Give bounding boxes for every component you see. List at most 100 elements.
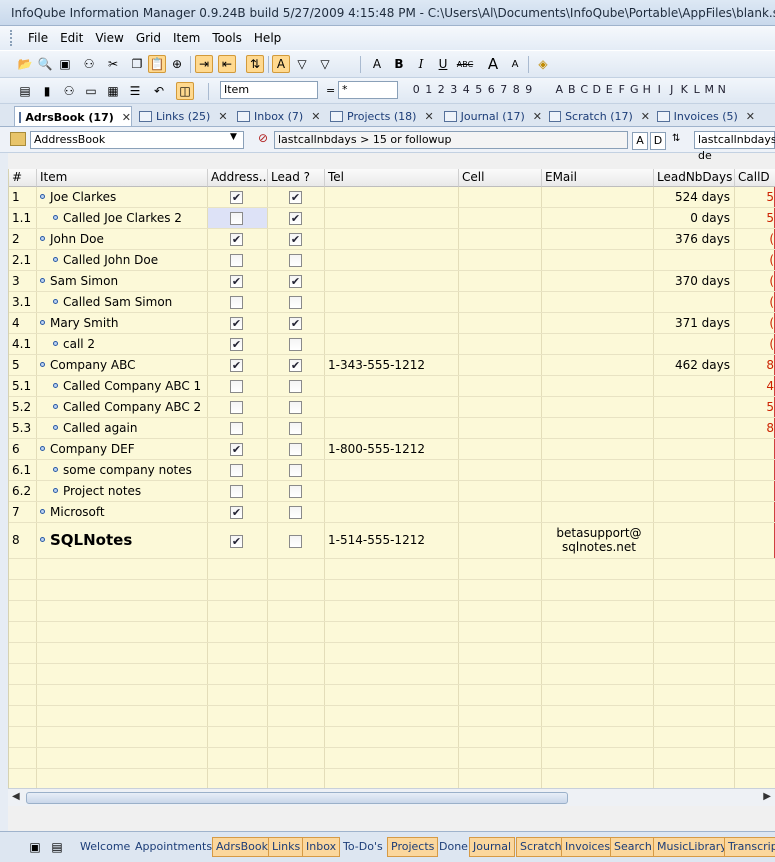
cell-lead[interactable]	[268, 397, 325, 417]
shrink-font-icon[interactable]: A	[506, 55, 524, 73]
key-j[interactable]: J	[666, 83, 679, 96]
lead-checkbox[interactable]: ✔	[289, 212, 302, 225]
value-input[interactable]: *	[338, 81, 398, 99]
lead-checkbox[interactable]	[289, 506, 302, 519]
cell-lead[interactable]	[268, 334, 325, 354]
lead-checkbox[interactable]	[289, 338, 302, 351]
lead-checkbox[interactable]	[289, 485, 302, 498]
bullet-icon[interactable]	[40, 278, 45, 283]
cell-cell[interactable]	[459, 313, 542, 333]
cell-calld[interactable]: 5	[735, 187, 775, 207]
calendar-icon[interactable]: ▦	[104, 82, 122, 100]
lead-checkbox[interactable]	[289, 380, 302, 393]
indent-icon[interactable]: ⇥	[195, 55, 213, 73]
lead-checkbox[interactable]	[289, 422, 302, 435]
sort-descending-button[interactable]: D	[650, 132, 666, 150]
tab-links[interactable]: Links (25) ✕	[135, 106, 230, 126]
cell-cell[interactable]	[459, 229, 542, 249]
address-checkbox[interactable]: ✔	[230, 338, 243, 351]
cell-cell[interactable]	[459, 439, 542, 459]
cell-calld[interactable]: 4	[735, 376, 775, 396]
sort-field-input[interactable]: lastcallnbdays de	[694, 131, 775, 162]
cell-item[interactable]: Mary Smith	[37, 313, 208, 333]
lead-checkbox[interactable]: ✔	[289, 275, 302, 288]
cell-leadnbdays[interactable]	[654, 439, 735, 459]
menubar-grip[interactable]	[10, 30, 14, 46]
cell-num[interactable]: 3.1	[9, 292, 37, 312]
cell-cell[interactable]	[459, 208, 542, 228]
address-checkbox[interactable]: ✔	[230, 191, 243, 204]
cell-leadnbdays[interactable]	[654, 334, 735, 354]
tab-inbox[interactable]: Inbox (7) ✕	[233, 106, 323, 126]
cell-leadnbdays[interactable]	[654, 418, 735, 438]
cell-item[interactable]: John Doe	[37, 229, 208, 249]
key-3[interactable]: 3	[448, 83, 461, 96]
address-checkbox[interactable]	[230, 212, 243, 225]
lead-checkbox[interactable]: ✔	[289, 359, 302, 372]
cell-address[interactable]	[208, 292, 268, 312]
cell-lead[interactable]	[268, 439, 325, 459]
cell-address[interactable]	[208, 481, 268, 501]
cell-num[interactable]: 2	[9, 229, 37, 249]
cell-email[interactable]	[542, 418, 654, 438]
cell-address[interactable]	[208, 460, 268, 480]
key-g[interactable]: G	[628, 83, 641, 96]
col-header-num[interactable]: #	[9, 169, 37, 187]
scroll-right-icon[interactable]: ▶	[763, 791, 771, 802]
cell-tel[interactable]: 1-343-555-1212	[325, 355, 459, 375]
cell-address[interactable]: ✔	[208, 271, 268, 291]
address-checkbox[interactable]	[230, 485, 243, 498]
cell-tel[interactable]	[325, 292, 459, 312]
pivot-icon[interactable]: ◫	[176, 82, 194, 100]
cell-email[interactable]	[542, 376, 654, 396]
cell-tel[interactable]	[325, 376, 459, 396]
filter-input[interactable]: lastcallnbdays > 15 or followup	[274, 131, 628, 149]
cell-email[interactable]	[542, 292, 654, 312]
tab-adrsbook[interactable]: AdrsBook (17) ✕	[14, 106, 132, 126]
undo-icon[interactable]: ↶	[150, 82, 168, 100]
col-header-address[interactable]: Address...	[208, 169, 268, 187]
grid-name-select[interactable]: AddressBook	[30, 131, 244, 149]
cell-email[interactable]	[542, 313, 654, 333]
bottom-tab-adrsbook[interactable]: AdrsBook	[212, 837, 272, 857]
bullet-icon[interactable]	[40, 509, 45, 514]
bottom-tab-transcrip[interactable]: Transcrip	[724, 837, 775, 857]
col-header-email[interactable]: EMail	[542, 169, 654, 187]
bullet-icon[interactable]	[53, 467, 58, 472]
chevron-down-icon[interactable]: ▼	[230, 132, 237, 142]
cell-leadnbdays[interactable]: 462 days	[654, 355, 735, 375]
address-checkbox[interactable]: ✔	[230, 233, 243, 246]
cell-lead[interactable]: ✔	[268, 355, 325, 375]
cell-leadnbdays[interactable]	[654, 523, 735, 558]
bottom-tab-invoices[interactable]: Invoices	[561, 837, 615, 857]
close-icon[interactable]: ✕	[122, 111, 131, 124]
key-h[interactable]: H	[641, 83, 654, 96]
bottom-tab-appointments[interactable]: Appointments	[131, 837, 216, 857]
cell-tel[interactable]: 1-514-555-1212	[325, 523, 459, 558]
sort-ascending-button[interactable]: A	[632, 132, 648, 150]
cell-calld[interactable]	[735, 481, 775, 501]
menu-tools[interactable]: Tools	[206, 31, 248, 45]
cell-tel[interactable]	[325, 460, 459, 480]
cell-cell[interactable]	[459, 523, 542, 558]
sort-icon[interactable]: ⇅	[672, 133, 680, 144]
cell-tel[interactable]	[325, 418, 459, 438]
cell-address[interactable]	[208, 250, 268, 270]
cell-cell[interactable]	[459, 481, 542, 501]
address-checkbox[interactable]: ✔	[230, 534, 243, 548]
underline-icon[interactable]: U	[434, 55, 452, 73]
cell-leadnbdays[interactable]	[654, 397, 735, 417]
cell-num[interactable]: 5.1	[9, 376, 37, 396]
bullet-icon[interactable]	[40, 537, 45, 542]
cell-lead[interactable]: ✔	[268, 229, 325, 249]
col-header-item[interactable]: Item	[37, 169, 208, 187]
cell-leadnbdays[interactable]	[654, 292, 735, 312]
cell-cell[interactable]	[459, 187, 542, 207]
bottom-tab-journal[interactable]: Journal	[469, 837, 516, 857]
cell-calld[interactable]	[735, 502, 775, 522]
cell-address[interactable]: ✔	[208, 355, 268, 375]
cell-address[interactable]: ✔	[208, 439, 268, 459]
cell-num[interactable]: 6.1	[9, 460, 37, 480]
chart-icon[interactable]: ▮	[38, 82, 56, 100]
lead-checkbox[interactable]: ✔	[289, 317, 302, 330]
